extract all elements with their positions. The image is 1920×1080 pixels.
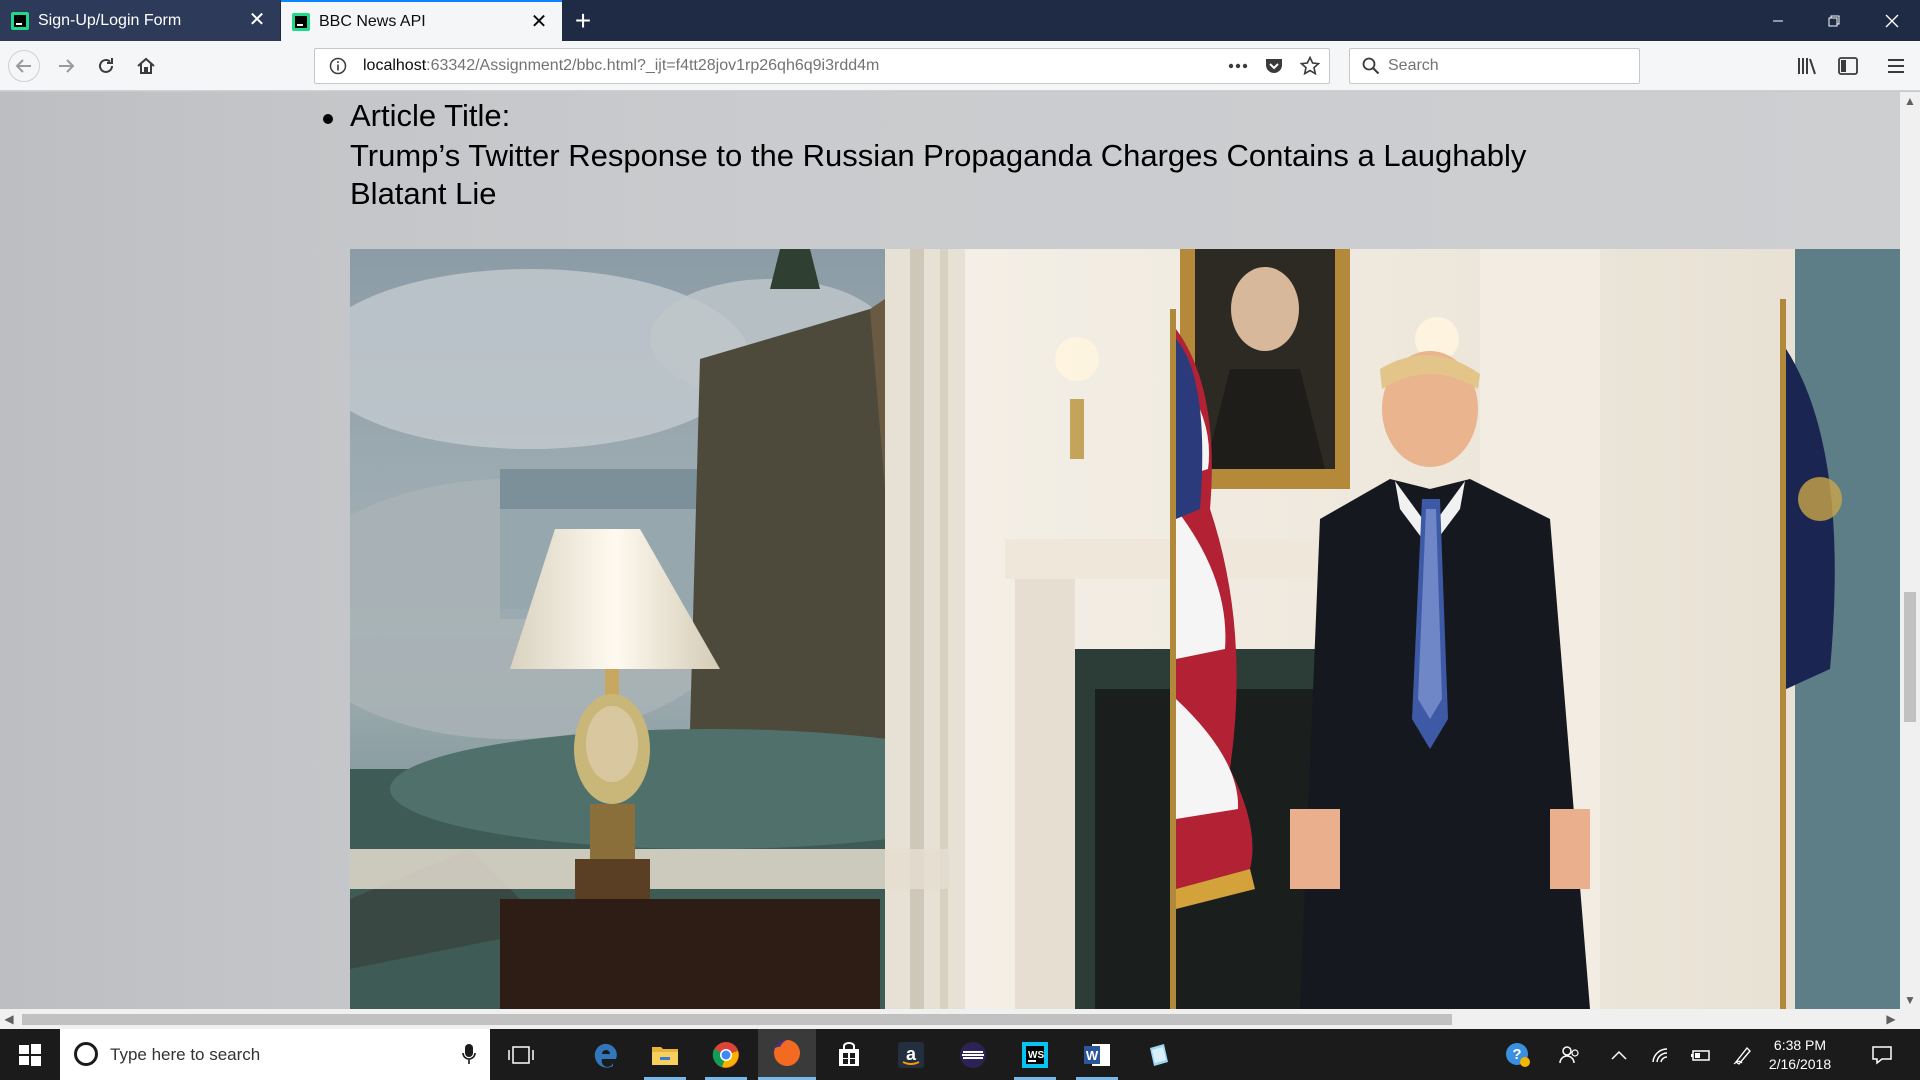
taskbar-search-placeholder: Type here to search — [110, 1044, 261, 1064]
file-explorer-icon[interactable] — [636, 1029, 694, 1080]
scroll-up-icon[interactable]: ▲ — [1900, 92, 1920, 110]
eclipse-icon[interactable] — [944, 1029, 1002, 1080]
battery-icon[interactable] — [1686, 1029, 1716, 1080]
cortana-icon — [74, 1042, 98, 1066]
system-clock[interactable]: 6:38 PM 2/16/2018 — [1755, 1036, 1845, 1074]
scrollbar-corner — [1900, 1009, 1920, 1029]
tab-strip: Sign-Up/Login Form ✕ BBC News API ✕ + — [0, 0, 1920, 41]
action-center-icon[interactable] — [1862, 1029, 1902, 1080]
article-title-label: Article Title: — [350, 98, 511, 133]
pen-ink-icon[interactable] — [1728, 1029, 1758, 1080]
word-icon[interactable]: W — [1068, 1029, 1126, 1080]
search-placeholder: Search — [1388, 57, 1439, 74]
horizontal-scrollbar[interactable]: ◀ ▶ — [0, 1009, 1900, 1029]
edge-browser-icon[interactable] — [576, 1029, 634, 1080]
horizontal-scroll-thumb[interactable] — [22, 1014, 1452, 1025]
webstorm-icon[interactable]: WS — [1006, 1029, 1064, 1080]
library-icon[interactable] — [1792, 50, 1824, 82]
page-viewport: Article Title: Trump’s Twitter Response … — [0, 92, 1900, 1009]
tab-title: Sign-Up/Login Form — [38, 11, 182, 29]
clock-time: 6:38 PM — [1773, 1037, 1827, 1053]
clock-date: 2/16/2018 — [1768, 1056, 1832, 1072]
webstorm-favicon-icon — [292, 12, 310, 31]
vertical-scrollbar[interactable]: ▲ ▼ — [1900, 92, 1920, 1009]
list-bullet — [323, 114, 333, 124]
show-hidden-icons-chevron-icon[interactable] — [1604, 1029, 1634, 1080]
wifi-icon[interactable] — [1646, 1029, 1676, 1080]
chrome-icon[interactable] — [697, 1029, 755, 1080]
people-icon[interactable] — [1554, 1029, 1586, 1080]
scroll-left-icon[interactable]: ◀ — [0, 1009, 18, 1029]
notepad-icon[interactable] — [1130, 1029, 1188, 1080]
close-tab-icon[interactable]: ✕ — [248, 10, 266, 30]
taskbar-search-input[interactable]: Type here to search — [60, 1029, 490, 1080]
webstorm-favicon-icon — [11, 11, 29, 30]
pocket-icon[interactable] — [1263, 54, 1285, 78]
windows-taskbar: Type here to search a WS W ? 6:38 PM 2/1… — [0, 1029, 1920, 1080]
svg-text:a: a — [906, 1044, 917, 1064]
close-window-icon[interactable] — [1864, 0, 1920, 41]
tab-bbc-news-api[interactable]: BBC News API ✕ — [281, 0, 562, 41]
search-input[interactable]: Search — [1349, 48, 1640, 84]
search-icon — [1362, 57, 1380, 75]
url-path: :63342/Assignment2/bbc.html?_ijt=f4tt28j… — [426, 57, 880, 74]
bookmark-star-icon[interactable] — [1299, 54, 1321, 78]
article-title: Trump’s Twitter Response to the Russian … — [350, 138, 1527, 211]
address-bar[interactable]: localhost:63342/Assignment2/bbc.html?_ij… — [314, 48, 1330, 84]
microphone-icon[interactable] — [462, 1043, 476, 1065]
svg-text:WS: WS — [1028, 1050, 1044, 1061]
vertical-scroll-thumb[interactable] — [1904, 592, 1916, 722]
firefox-icon[interactable] — [758, 1029, 816, 1080]
close-tab-icon[interactable]: ✕ — [530, 12, 548, 32]
store-icon[interactable] — [820, 1029, 878, 1080]
back-icon[interactable] — [8, 50, 40, 82]
scroll-down-icon[interactable]: ▼ — [1900, 991, 1920, 1009]
svg-text:?: ? — [1512, 1046, 1521, 1063]
forward-icon[interactable] — [50, 50, 82, 82]
scroll-right-icon[interactable]: ▶ — [1882, 1009, 1900, 1029]
menu-hamburger-icon[interactable] — [1880, 50, 1912, 82]
help-icon[interactable]: ? — [1500, 1029, 1536, 1080]
home-icon[interactable] — [130, 50, 162, 82]
tab-signup-login[interactable]: Sign-Up/Login Form ✕ — [0, 0, 280, 41]
svg-text:W: W — [1086, 1048, 1099, 1063]
navigation-toolbar: localhost:63342/Assignment2/bbc.html?_ij… — [0, 41, 1920, 91]
task-view-icon[interactable] — [492, 1029, 550, 1080]
url-host: localhost — [363, 57, 427, 74]
site-info-icon[interactable] — [329, 57, 347, 75]
sidebar-toggle-icon[interactable] — [1832, 50, 1864, 82]
start-windows-icon[interactable] — [0, 1029, 60, 1080]
new-tab-button[interactable]: + — [568, 5, 598, 36]
tab-title: BBC News API — [319, 12, 426, 30]
page-actions-icon[interactable] — [1227, 54, 1249, 78]
reload-icon[interactable] — [90, 50, 122, 82]
amazon-icon[interactable]: a — [882, 1029, 940, 1080]
article-image — [350, 249, 1900, 1009]
minimize-window-icon[interactable] — [1750, 0, 1806, 41]
restore-window-icon[interactable] — [1806, 0, 1862, 41]
